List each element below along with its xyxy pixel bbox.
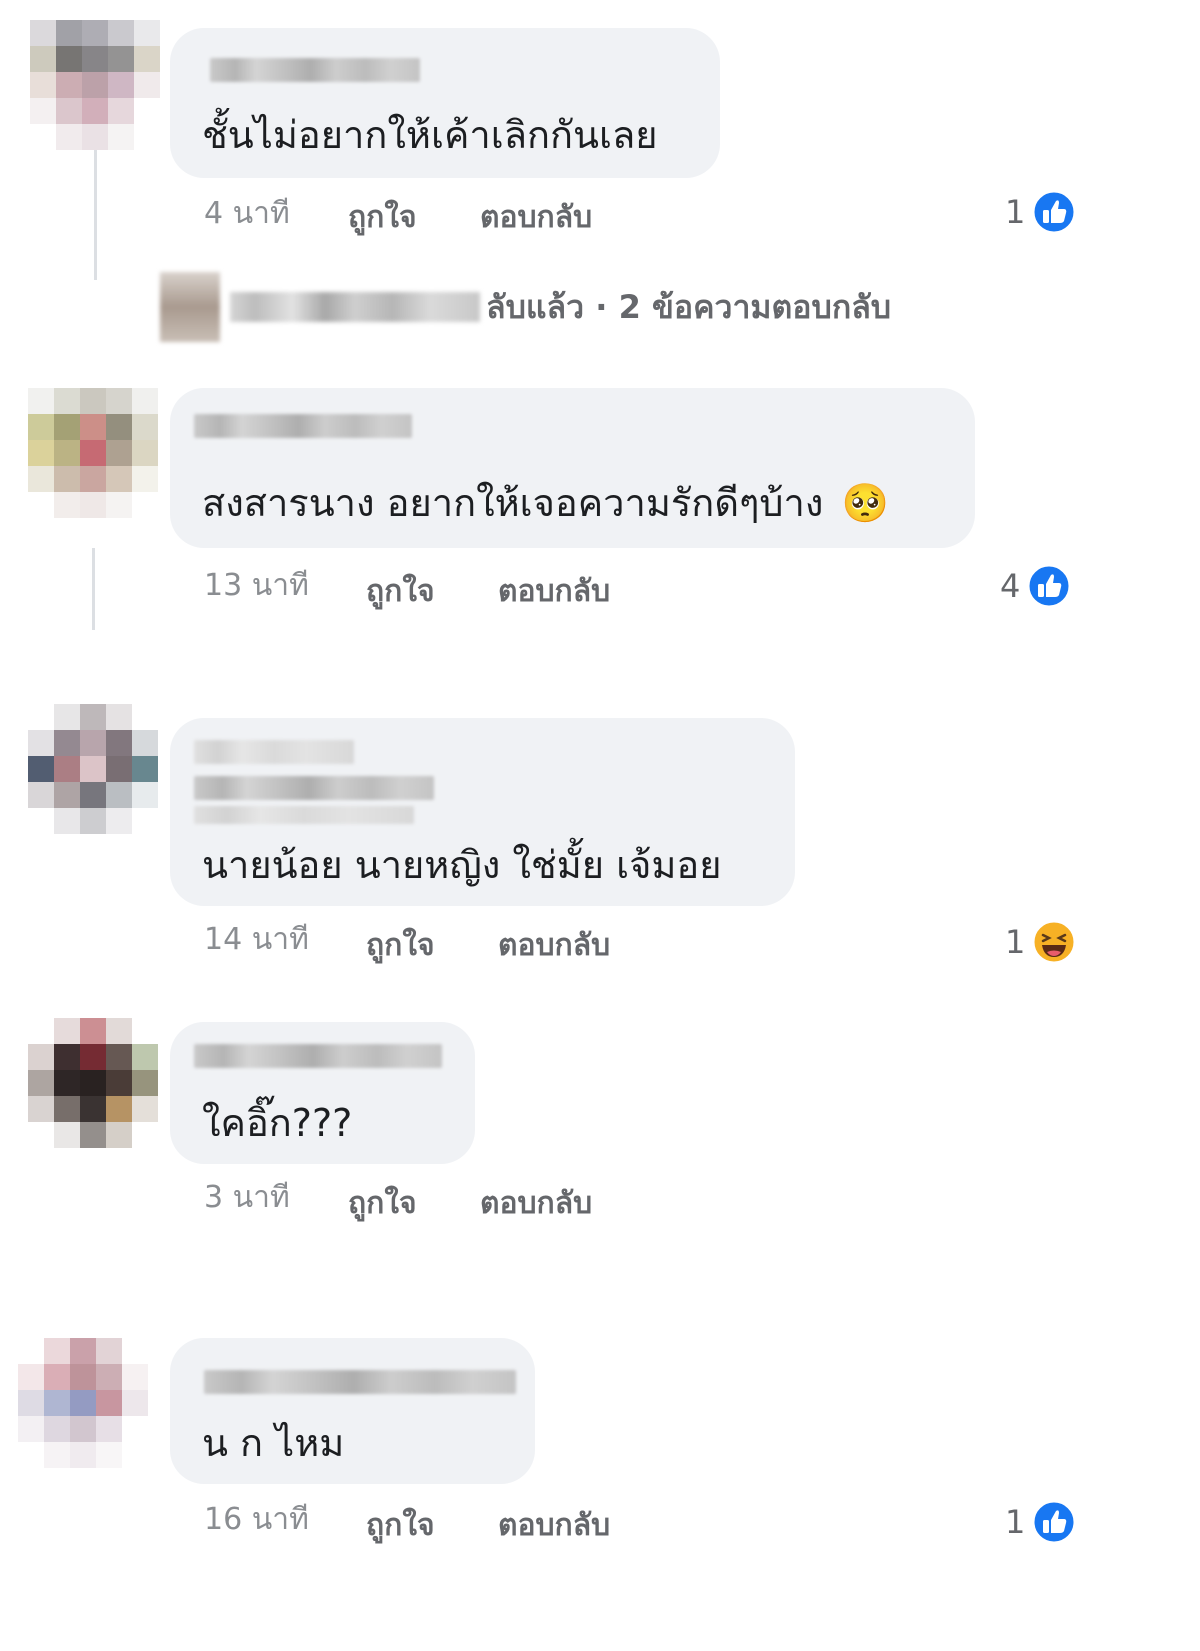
reply-author-name [230, 292, 480, 322]
reaction-count: 1 [1005, 1503, 1026, 1541]
reaction-summary[interactable]: 1 [1005, 186, 1077, 238]
comment-2: สงสารนาง อยากให้เจอความรักดีๆบ้าง 🥺 13 น… [0, 360, 1200, 660]
comment-bubble: ชั้นไม่อยากให้เค้าเลิกกันเลย [170, 28, 720, 178]
avatar[interactable] [28, 704, 158, 834]
comment-bubble: ใคอิ๊ก??? [170, 1022, 475, 1164]
reaction-summary[interactable]: 1 [1005, 916, 1077, 968]
comment-time[interactable]: 13 นาที [204, 568, 309, 603]
like-link[interactable]: ถูกใจ [348, 200, 417, 236]
thread-line [94, 150, 97, 280]
comment-1: ชั้นไม่อยากให้เค้าเลิกกันเลย 4 นาที ถูกใ… [0, 0, 1200, 360]
reaction-count: 1 [1005, 923, 1026, 961]
reply-link[interactable]: ตอบกลับ [498, 928, 610, 964]
like-thumb-icon [1026, 563, 1072, 609]
like-link[interactable]: ถูกใจ [348, 1186, 417, 1222]
reaction-count: 1 [1005, 193, 1026, 231]
comment-time[interactable]: 4 นาที [204, 196, 290, 231]
comment-text: นายน้อย นายหญิง ใช่มั้ย เจ้มอย [202, 843, 722, 887]
reaction-summary[interactable]: 1 [1005, 1496, 1077, 1548]
author-name-line-1[interactable] [194, 740, 354, 764]
author-name[interactable] [210, 58, 420, 82]
reply-link[interactable]: ตอบกลับ [480, 1186, 592, 1222]
haha-face-icon [1031, 919, 1077, 965]
reply-link[interactable]: ตอบกลับ [480, 200, 592, 236]
author-name[interactable] [194, 1044, 442, 1068]
comment-actions: 13 นาที ถูกใจ ตอบกลับ [204, 568, 704, 610]
comment-actions: 14 นาที ถูกใจ ตอบกลับ [204, 922, 704, 964]
comment-text: สงสารนาง อยากให้เจอความรักดีๆบ้าง 🥺 [202, 480, 889, 526]
replies-text: ลับแล้ว · 2 ข้อความตอบกลับ [486, 287, 892, 326]
avatar[interactable] [28, 388, 158, 518]
comment-4: ใคอิ๊ก??? 3 นาที ถูกใจ ตอบกลับ [0, 1000, 1200, 1300]
like-thumb-icon [1031, 189, 1077, 235]
comment-text-content: สงสารนาง อยากให้เจอความรักดีๆบ้าง [202, 481, 824, 525]
comment-time[interactable]: 14 นาที [204, 922, 309, 957]
comment-3: นายน้อย นายหญิง ใช่มั้ย เจ้มอย 14 นาที ถ… [0, 700, 1200, 1000]
author-name[interactable] [194, 414, 412, 438]
comment-time[interactable]: 3 นาที [204, 1180, 290, 1215]
comment-actions: 16 นาที ถูกใจ ตอบกลับ [204, 1502, 704, 1544]
like-link[interactable]: ถูกใจ [366, 574, 435, 610]
comment-actions: 4 นาที ถูกใจ ตอบกลับ [204, 196, 704, 236]
thread-line [92, 548, 95, 630]
comment-bubble: นายน้อย นายหญิง ใช่มั้ย เจ้มอย [170, 718, 795, 906]
comment-text: น ก ไหม [202, 1421, 345, 1465]
reaction-summary[interactable]: 4 [1000, 560, 1072, 612]
comment-text: ใคอิ๊ก??? [202, 1101, 353, 1145]
comment-actions: 3 นาที ถูกใจ ตอบกลับ [204, 1180, 704, 1222]
like-thumb-icon [1031, 1499, 1077, 1545]
like-link[interactable]: ถูกใจ [366, 928, 435, 964]
reply-avatar [160, 272, 220, 342]
like-link[interactable]: ถูกใจ [366, 1508, 435, 1544]
comment-bubble: น ก ไหม [170, 1338, 535, 1484]
reply-link[interactable]: ตอบกลับ [498, 1508, 610, 1544]
pleading-face-emoji: 🥺 [841, 481, 889, 525]
author-name-line-2[interactable] [194, 776, 434, 800]
author-name-line-3[interactable] [194, 806, 414, 824]
avatar[interactable] [30, 20, 160, 150]
avatar[interactable] [18, 1338, 148, 1468]
view-replies-link[interactable]: ลับแล้ว · 2 ข้อความตอบกลับ [160, 272, 891, 342]
comment-bubble: สงสารนาง อยากให้เจอความรักดีๆบ้าง 🥺 [170, 388, 975, 548]
comment-text: ชั้นไม่อยากให้เค้าเลิกกันเลย [202, 113, 658, 157]
avatar[interactable] [28, 1018, 158, 1148]
comment-time[interactable]: 16 นาที [204, 1502, 309, 1537]
reaction-count: 4 [1000, 567, 1021, 605]
comment-5: น ก ไหม 16 นาที ถูกใจ ตอบกลับ 1 [0, 1320, 1200, 1651]
author-name[interactable] [204, 1370, 516, 1394]
reply-link[interactable]: ตอบกลับ [498, 574, 610, 610]
